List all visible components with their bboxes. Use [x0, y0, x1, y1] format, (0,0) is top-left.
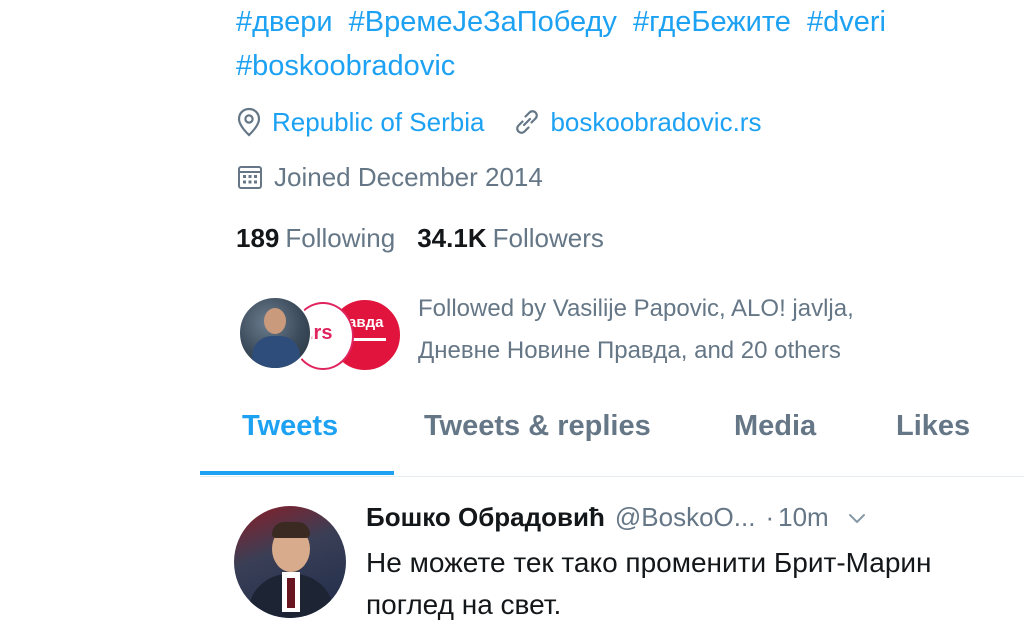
profile-meta-location-row: Republic of Serbia boskoobradovic.rs [236, 102, 761, 142]
following-label: Following [285, 222, 396, 253]
profile-website-link[interactable]: boskoobradovic.rs [550, 107, 761, 138]
tweet-author-name[interactable]: Бошко Обрадовић [366, 502, 605, 533]
tweet-separator-dot: · [765, 502, 775, 532]
followed-by-line-2: Дневне Новине Правда, and 20 others [418, 337, 841, 364]
calendar-icon [238, 166, 262, 189]
active-tab-indicator [200, 471, 394, 475]
profile-follow-counts: 189 Following 34.1K Followers [236, 218, 626, 258]
tweet-text: Не можете тек тако променити Брит-Марин … [366, 547, 932, 620]
followers-count-link[interactable]: 34.1K Followers [417, 223, 604, 254]
location-pin-icon [237, 107, 261, 137]
profile-page: #двери #ВремеЈеЗаПобеду #гдеБежите #dver… [0, 0, 1024, 640]
profile-meta-joined-row: Joined December 2014 [236, 157, 543, 197]
tweet-timestamp[interactable]: 10m [778, 502, 829, 533]
tweet-author-handle[interactable]: @BoskoO... [615, 502, 756, 533]
following-count: 189 [236, 222, 280, 253]
hashtag-link[interactable]: #двери [236, 6, 333, 38]
followed-by-section[interactable]: авда .rs Followed by Vasilije Papovic, A… [236, 288, 1016, 372]
followed-by-avatars: авда .rs [236, 292, 406, 372]
profile-joined-date: Joined December 2014 [274, 161, 543, 192]
divider [200, 476, 1024, 477]
hashtag-link[interactable]: #dveri [807, 6, 886, 38]
tweet-header: Бошко Обрадовић @BoskoO... · 10m [366, 502, 1006, 533]
followed-by-line-1: Followed by Vasilije Papovic, ALO! javlj… [418, 295, 854, 322]
avatar [238, 296, 312, 370]
link-icon [516, 110, 539, 134]
followers-count: 34.1K [417, 222, 487, 253]
tab-tweets-and-replies[interactable]: Tweets & replies [424, 410, 651, 443]
profile-bio-hashtags: #двери #ВремеЈеЗаПобеду #гдеБежите #dver… [236, 0, 1016, 88]
profile-location: Republic of Serbia [272, 106, 485, 137]
tab-tweets[interactable]: Tweets [242, 410, 338, 443]
tab-likes[interactable]: Likes [896, 410, 970, 443]
profile-tabs: Tweets Tweets & replies Media Likes [200, 400, 1024, 478]
hashtag-link[interactable]: #ВремеЈеЗаПобеду [349, 6, 617, 38]
tab-media[interactable]: Media [734, 410, 816, 443]
chevron-down-icon[interactable] [845, 506, 869, 530]
avatar[interactable] [234, 506, 346, 618]
hashtag-link[interactable]: #boskoobradovic [236, 50, 455, 82]
tweet[interactable]: Бошко Обрадовић @BoskoO... · 10m Не може… [200, 478, 1024, 640]
following-count-link[interactable]: 189 Following [236, 223, 395, 254]
followed-by-text: Followed by Vasilije Papovic, ALO! javlj… [418, 288, 1018, 372]
hashtag-link[interactable]: #гдеБежите [633, 6, 791, 38]
followers-label: Followers [492, 222, 604, 253]
